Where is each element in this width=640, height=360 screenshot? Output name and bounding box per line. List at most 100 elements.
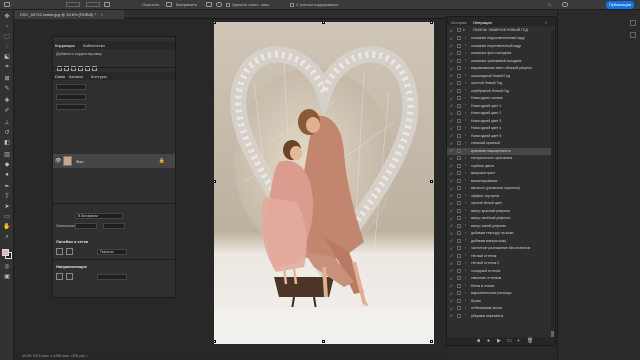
action-row[interactable]: ✓ › микроконтраст: [447, 170, 551, 177]
settings-gear-icon[interactable]: [216, 2, 222, 7]
expand-icon[interactable]: ›: [465, 291, 466, 295]
action-row[interactable]: ✓ › снежный красный: [447, 140, 551, 147]
check-icon[interactable]: ✓: [450, 36, 453, 41]
action-row[interactable]: ✓ › золотой Новый Год: [447, 80, 551, 87]
action-row[interactable]: ✓ › выравнивание свето-тёмный рисунок: [447, 65, 551, 72]
expand-icon[interactable]: ›: [465, 276, 466, 280]
expand-icon[interactable]: ›: [465, 58, 466, 62]
panel-icon[interactable]: [630, 32, 636, 38]
action-row[interactable]: ✓ › минус красный рефлекс: [447, 208, 551, 215]
ruler-toggle-icon[interactable]: [56, 248, 63, 255]
record-icon[interactable]: ●: [487, 338, 490, 344]
dialog-toggle[interactable]: [457, 223, 461, 228]
check-icon[interactable]: ✓: [450, 51, 453, 56]
action-row[interactable]: ✓ › серебряный Новый Год: [447, 88, 551, 95]
expand-icon[interactable]: ›: [465, 126, 466, 130]
frame-tool-icon[interactable]: ⊠: [3, 76, 11, 83]
dialog-toggle[interactable]: [457, 43, 461, 48]
play-icon[interactable]: ▶: [497, 338, 501, 344]
action-row[interactable]: ✓ › виньетирование: [447, 178, 551, 185]
hand-tool-icon[interactable]: ✋: [3, 224, 11, 231]
check-icon[interactable]: ✓: [450, 201, 453, 206]
straighten-icon[interactable]: [166, 2, 172, 7]
check-icon[interactable]: ✓: [450, 163, 453, 168]
expand-icon[interactable]: ›: [465, 141, 466, 145]
check-icon[interactable]: ✓: [450, 118, 453, 123]
expand-icon[interactable]: ›: [465, 253, 466, 257]
dialog-toggle[interactable]: [457, 208, 461, 213]
dialog-toggle[interactable]: [457, 66, 461, 70]
panel-icon[interactable]: [630, 20, 636, 26]
check-icon[interactable]: ✓: [450, 133, 453, 138]
dialog-toggle[interactable]: [457, 118, 461, 123]
dialog-toggle[interactable]: [457, 88, 461, 93]
tab-paths[interactable]: Контуры: [91, 74, 107, 79]
expand-icon[interactable]: ›: [465, 118, 466, 122]
check-icon[interactable]: ✓: [450, 283, 453, 288]
layer-row-background[interactable]: 👁 Фон 🔒: [53, 154, 175, 168]
layer-filter-field[interactable]: [56, 84, 86, 90]
pen-tool-icon[interactable]: ✒: [3, 184, 11, 191]
dialog-toggle[interactable]: [457, 126, 461, 130]
dialog-toggle[interactable]: [457, 253, 461, 258]
check-icon[interactable]: ✓: [450, 66, 453, 71]
close-icon[interactable]: ×: [101, 12, 103, 17]
dialog-toggle[interactable]: [457, 186, 461, 190]
dialog-toggle[interactable]: [457, 238, 461, 243]
crop-tool-icon[interactable]: [4, 2, 10, 7]
checkbox-icon[interactable]: [290, 2, 294, 7]
check-icon[interactable]: ✓: [450, 238, 453, 243]
expand-icon[interactable]: ›: [465, 148, 466, 152]
expand-icon[interactable]: ›: [465, 133, 466, 137]
quick-mask-icon[interactable]: ◎: [3, 264, 11, 271]
tab-channels[interactable]: Каналы: [69, 74, 83, 79]
crop-tool-icon[interactable]: ⌗: [3, 64, 11, 71]
action-row[interactable]: ✓ › тёплый оттенок: [447, 253, 551, 260]
check-icon[interactable]: ✓: [450, 126, 453, 131]
stop-icon[interactable]: ■: [477, 338, 480, 344]
crop-handle[interactable]: [322, 340, 325, 343]
check-icon[interactable]: ✓: [450, 253, 453, 258]
type-tool-icon[interactable]: T: [3, 194, 11, 201]
crop-handle[interactable]: [214, 180, 216, 183]
check-icon[interactable]: ✓: [450, 276, 453, 281]
screen-mode-icon[interactable]: ▣: [3, 274, 11, 281]
check-icon[interactable]: ✓: [450, 298, 453, 303]
guide-toggle-icon[interactable]: [56, 273, 63, 280]
action-row[interactable]: ✓ › Новогоднее сияние: [447, 95, 551, 102]
dialog-toggle[interactable]: [457, 156, 461, 160]
expand-icon[interactable]: ›: [465, 208, 466, 212]
history-brush-icon[interactable]: ↺: [3, 130, 11, 137]
dialog-toggle[interactable]: [457, 313, 461, 318]
dialog-toggle[interactable]: [457, 96, 461, 100]
expand-icon[interactable]: ›: [465, 231, 466, 235]
action-row[interactable]: ✓ › опасание фото исходник: [447, 50, 551, 57]
panel-menu-icon[interactable]: ≡: [545, 20, 547, 25]
clear-button[interactable]: Очистить: [142, 2, 159, 7]
action-row[interactable]: ✓ › холодный оттенок: [447, 268, 551, 275]
check-icon[interactable]: ✓: [450, 103, 453, 108]
expand-icon[interactable]: ›: [465, 88, 466, 92]
check-icon[interactable]: ✓: [450, 193, 453, 198]
check-icon[interactable]: ✓: [450, 141, 453, 146]
fill-field[interactable]: [75, 223, 97, 229]
action-row[interactable]: ✓ › минус зелёный рефлекс: [447, 215, 551, 222]
expand-icon[interactable]: ›: [465, 163, 466, 167]
crop-handle[interactable]: [214, 340, 216, 343]
dialog-toggle[interactable]: [457, 28, 461, 32]
action-row[interactable]: ✓ › мягкость (размытие картинки): [447, 185, 551, 192]
lasso-tool-icon[interactable]: ◌: [3, 44, 11, 51]
action-row[interactable]: ✓ › контрастность оригинала: [447, 155, 551, 162]
action-row[interactable]: ✓ › добавим текстуру на кожи: [447, 230, 551, 237]
units-select[interactable]: Пиксели: [97, 249, 127, 255]
brush-tool-icon[interactable]: ✐: [3, 108, 11, 115]
check-icon[interactable]: ✓: [450, 43, 453, 48]
tab-libraries[interactable]: Библиотеки: [83, 43, 105, 48]
check-icon[interactable]: ✓: [450, 246, 453, 251]
action-row[interactable]: ✓ › Новогодний цвет 5: [447, 133, 551, 140]
action-row[interactable]: ✓ › Новогодний цвет 4: [447, 125, 551, 132]
expand-icon[interactable]: ›: [465, 66, 466, 70]
new-set-icon[interactable]: ▭: [507, 338, 512, 344]
action-row[interactable]: ✓ › красивая насыщенность: [447, 147, 551, 155]
check-icon[interactable]: ✓: [450, 73, 453, 78]
